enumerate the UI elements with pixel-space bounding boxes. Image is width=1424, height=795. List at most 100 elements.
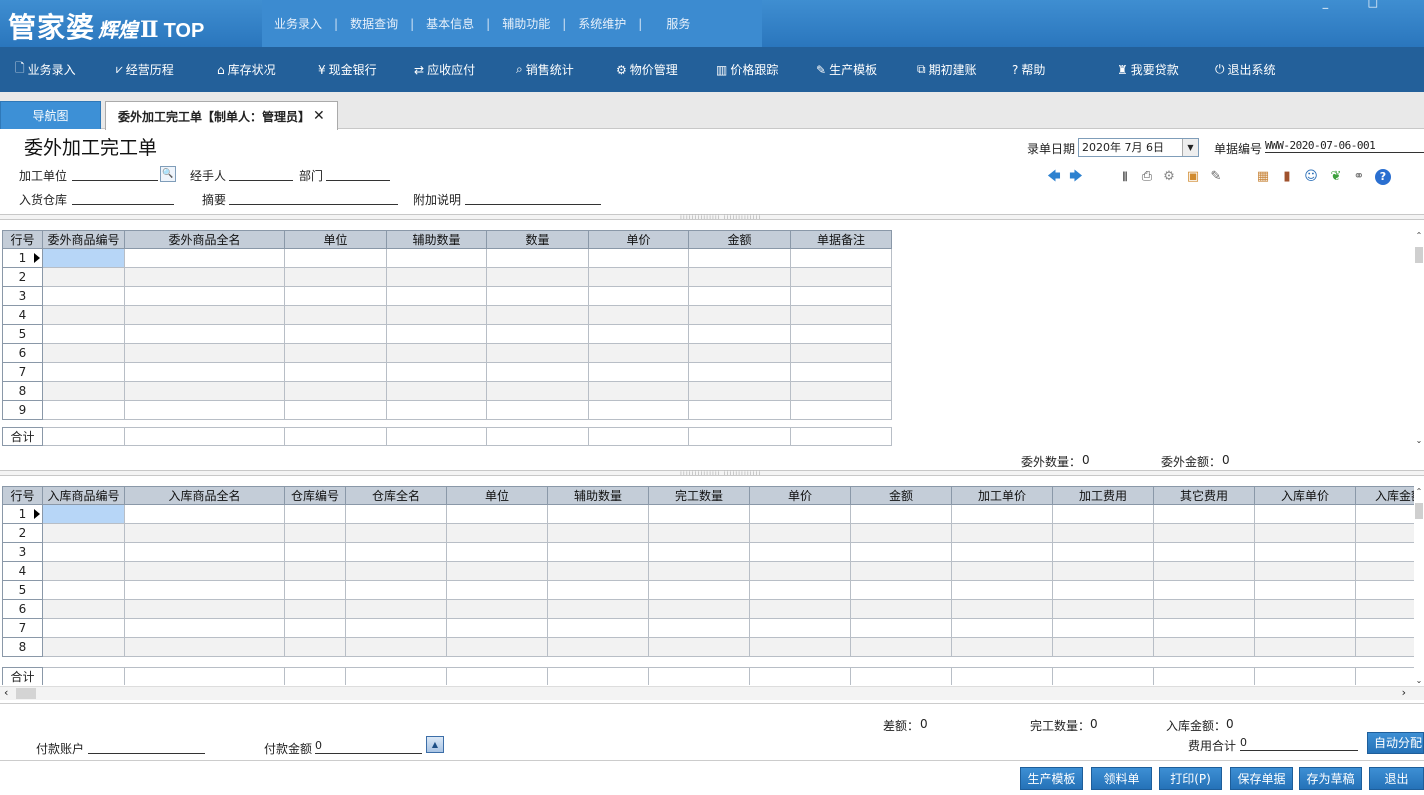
toolbar-item-stock[interactable]: ⌂ 库存状况 (217, 47, 276, 92)
table-cell[interactable] (345, 523, 447, 543)
table-cell[interactable] (386, 324, 487, 344)
table-cell[interactable] (790, 248, 892, 268)
auto-allocate-button[interactable]: 自动分配 (1367, 732, 1424, 754)
table-cell[interactable] (42, 267, 125, 287)
table-cell[interactable] (124, 400, 285, 420)
edit-icon[interactable]: ✎ (1208, 169, 1224, 185)
table-cell[interactable] (486, 381, 589, 401)
table-cell[interactable] (386, 267, 487, 287)
table-cell[interactable] (124, 362, 285, 382)
col-header[interactable]: 数量 (486, 230, 589, 249)
table-cell[interactable] (1254, 580, 1356, 600)
gear-icon[interactable]: ⚙ (1161, 169, 1177, 185)
table-cell[interactable] (547, 523, 649, 543)
package-icon[interactable]: ▦ (1255, 169, 1271, 185)
tab-document[interactable]: 委外加工完工单【制单人：管理员】 ✕ (105, 101, 338, 130)
col-header[interactable]: 入库商品编号 (42, 486, 125, 505)
toolbar-item-price-mgmt[interactable]: ⚙ 物价管理 (616, 47, 678, 92)
col-header[interactable]: 单价 (588, 230, 689, 249)
table-cell[interactable] (951, 504, 1053, 524)
table-cell[interactable] (124, 343, 285, 363)
table-cell[interactable] (284, 248, 387, 268)
table-cell[interactable] (588, 400, 689, 420)
table-cell[interactable] (284, 637, 346, 657)
table-cell[interactable] (688, 286, 791, 306)
table-cell[interactable] (1052, 523, 1154, 543)
table-cell[interactable] (124, 580, 285, 600)
table-cell[interactable] (486, 343, 589, 363)
table-cell[interactable] (42, 599, 125, 619)
table-cell[interactable] (486, 267, 589, 287)
table-cell[interactable] (547, 504, 649, 524)
scroll-up-icon[interactable]: ▲ (426, 736, 444, 753)
table-cell[interactable] (1153, 542, 1255, 562)
col-header[interactable]: 完工数量 (648, 486, 750, 505)
table-cell[interactable] (446, 523, 548, 543)
table-cell[interactable] (284, 400, 387, 420)
table-cell[interactable] (284, 542, 346, 562)
table-cell[interactable] (42, 248, 125, 268)
table-cell[interactable] (486, 286, 589, 306)
grid1-scrollbar[interactable]: ⌃ ⌄ (1414, 231, 1424, 445)
table-cell[interactable] (1254, 504, 1356, 524)
material-requisition-button[interactable]: 领料单 (1091, 767, 1152, 790)
table-cell[interactable] (124, 542, 285, 562)
table-cell[interactable] (124, 618, 285, 638)
table-cell[interactable] (547, 618, 649, 638)
table-cell[interactable] (124, 561, 285, 581)
table-cell[interactable] (486, 400, 589, 420)
table-cell[interactable] (124, 267, 285, 287)
col-header[interactable]: 入库单价 (1254, 486, 1356, 505)
col-header[interactable]: 加工费用 (1052, 486, 1154, 505)
search-icon[interactable]: 🔍 (160, 166, 176, 182)
col-header[interactable]: 单价 (749, 486, 851, 505)
col-header[interactable]: 入库金额 (1355, 486, 1414, 505)
leaf-icon[interactable]: ❦ (1328, 169, 1344, 185)
table-cell[interactable] (648, 580, 750, 600)
table-cell[interactable] (588, 267, 689, 287)
toolbar-item-help[interactable]: ? 帮助 (1012, 47, 1045, 92)
table-cell[interactable] (42, 504, 125, 524)
box-add-icon[interactable]: ▣ (1185, 169, 1201, 185)
table-cell[interactable] (790, 362, 892, 382)
table-cell[interactable] (1153, 561, 1255, 581)
table-cell[interactable] (749, 618, 851, 638)
toolbar-item-sales[interactable]: ⌕ 销售统计 (516, 47, 574, 92)
table-cell[interactable] (386, 400, 487, 420)
table-cell[interactable] (345, 542, 447, 562)
table-cell[interactable] (648, 504, 750, 524)
table-cell[interactable] (790, 286, 892, 306)
table-cell[interactable] (124, 248, 285, 268)
col-header[interactable]: 辅助数量 (386, 230, 487, 249)
col-header[interactable]: 行号 (2, 230, 43, 249)
table-cell[interactable] (42, 561, 125, 581)
col-header[interactable]: 金额 (688, 230, 791, 249)
table-cell[interactable] (547, 542, 649, 562)
pay-amount-input[interactable]: 0 (315, 740, 422, 754)
table-cell[interactable] (42, 637, 125, 657)
table-cell[interactable] (648, 561, 750, 581)
table-cell[interactable] (284, 599, 346, 619)
scroll-right-icon[interactable]: › (1402, 686, 1406, 699)
table-cell[interactable] (688, 400, 791, 420)
table-cell[interactable] (1153, 504, 1255, 524)
dept-input[interactable] (326, 167, 390, 181)
table-cell[interactable] (1355, 618, 1414, 638)
save-draft-button[interactable]: 存为草稿 (1299, 767, 1362, 790)
toolbar-item-production[interactable]: ✎ 生产模板 (816, 47, 877, 92)
table-cell[interactable] (951, 599, 1053, 619)
top-menu-item[interactable]: 系统维护 (578, 15, 626, 32)
table-cell[interactable] (1254, 561, 1356, 581)
table-cell[interactable] (1153, 618, 1255, 638)
table-cell[interactable] (850, 618, 952, 638)
table-cell[interactable] (42, 362, 125, 382)
table-cell[interactable] (42, 618, 125, 638)
window-controls[interactable]: _ □ (1323, 0, 1396, 9)
table-cell[interactable] (547, 599, 649, 619)
table-cell[interactable] (284, 381, 387, 401)
table-cell[interactable] (1052, 599, 1154, 619)
scroll-up-icon[interactable]: ⌃ (1414, 487, 1424, 496)
table-cell[interactable] (1355, 637, 1414, 657)
table-cell[interactable] (284, 523, 346, 543)
table-cell[interactable] (749, 504, 851, 524)
